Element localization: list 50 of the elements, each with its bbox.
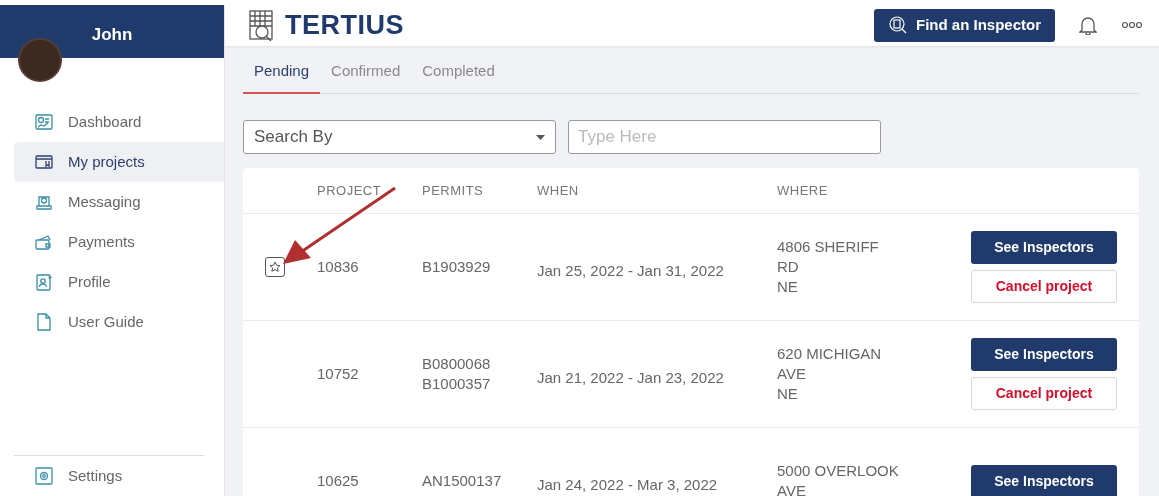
column-header: WHEN [537, 181, 580, 200]
search-by-dropdown[interactable]: Search By [243, 120, 556, 154]
logo-text: TERTIUS [285, 9, 404, 42]
sidebar-item[interactable]: Profile [14, 262, 224, 302]
sidebar-item[interactable]: Settings [14, 456, 204, 496]
star-button[interactable] [265, 257, 285, 277]
permit-number: AN1500137 [422, 471, 503, 491]
dashboard-icon [34, 112, 54, 132]
cancel-project-button[interactable]: Cancel project [971, 377, 1117, 410]
bell-icon[interactable] [1079, 15, 1097, 36]
see-inspectors-button[interactable]: See Inspectors [971, 338, 1117, 371]
date-range: Jan 21, 2022 - Jan 23, 2022 [537, 368, 725, 388]
pdf-file-icon [34, 312, 54, 332]
sidebar-item[interactable]: Messaging [14, 182, 224, 222]
window-icon [34, 152, 54, 172]
wallet-icon [34, 232, 54, 252]
caret-icon [536, 134, 545, 140]
magnifier-icon [888, 15, 908, 36]
permit-number: B0800068 [422, 354, 492, 374]
see-inspectors-button[interactable]: See Inspectors [971, 464, 1117, 496]
address: 5000 OVERLOOK AVE [777, 461, 900, 496]
sidebar-item[interactable]: My projects [14, 142, 224, 182]
avatar[interactable] [18, 38, 62, 82]
user-name: John [91, 25, 133, 44]
see-inspectors-button[interactable]: See Inspectors [971, 231, 1117, 264]
star-icon [269, 261, 281, 273]
address: 620 MICHIGAN AVE NE [777, 344, 883, 404]
column-header: PROJECT [317, 181, 383, 200]
project-number: 10625 [317, 471, 360, 491]
date-range: Jan 25, 2022 - Jan 31, 2022 [537, 261, 725, 281]
search-input[interactable]: Type Here [568, 120, 881, 154]
more-icon[interactable] [1121, 21, 1143, 30]
column-header: WHERE [777, 181, 829, 200]
tab[interactable]: Pending [243, 53, 321, 94]
tab[interactable]: Completed [411, 53, 506, 94]
profile-card-icon [34, 272, 54, 292]
settings-icon [34, 466, 54, 486]
find-inspector-button[interactable]: Find an Inspector [874, 9, 1055, 42]
sidebar-item[interactable]: Dashboard [14, 102, 224, 142]
column-header: PERMITS [422, 181, 485, 200]
cancel-project-button[interactable]: Cancel project [971, 270, 1117, 303]
project-number: 10836 [317, 257, 360, 277]
address: 4806 SHERIFF RD NE [777, 237, 880, 297]
sidebar-item[interactable]: User Guide [14, 302, 224, 342]
tab[interactable]: Confirmed [320, 53, 412, 94]
project-number: 10752 [317, 364, 360, 384]
date-range: Jan 24, 2022 - Mar 3, 2022 [537, 475, 719, 495]
sidebar-item[interactable]: Payments [14, 222, 224, 262]
permit-number: B1903929 [422, 257, 492, 277]
permit-number: B1000357 [422, 374, 492, 394]
